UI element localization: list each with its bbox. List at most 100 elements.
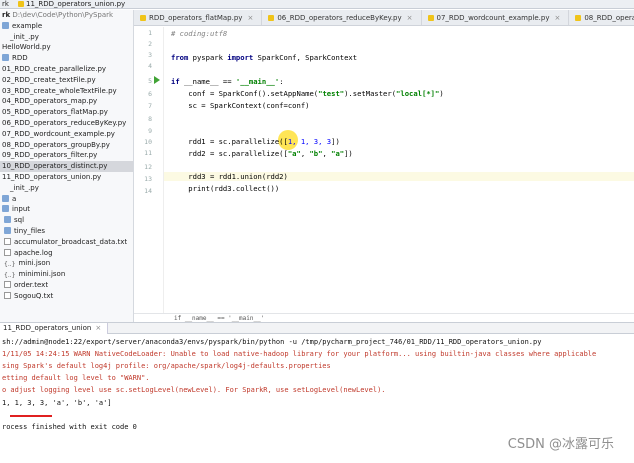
folder-icon [2, 205, 9, 213]
tree-item-label: 03_RDD_create_wholeTextFile.py [2, 86, 117, 95]
tree-item-label: HelloWorld.py [2, 43, 51, 52]
tab-groupby[interactable]: 08_RDD_operators_groupBy.py [569, 10, 634, 25]
tree-item[interactable]: order.text [0, 280, 133, 291]
code-line-1: # coding:utf8 [171, 29, 228, 38]
text-file-icon [4, 280, 11, 288]
run-tab[interactable]: 11_RDD_operators_union × [0, 323, 109, 334]
tree-item[interactable]: _init_.py [0, 183, 133, 194]
tree-item[interactable]: 09_RDD_operators_filter.py [0, 150, 133, 161]
code-line-7: sc = SparkContext(conf=conf) [171, 101, 310, 110]
tree-item-label: 10_RDD_operators_distinct.py [2, 162, 108, 171]
code-line-14: print(rdd3.collect()) [171, 184, 280, 193]
python-file-icon [427, 15, 434, 21]
tree-item[interactable]: {..} mini.json [0, 258, 133, 269]
tab-reducebykey[interactable]: 06_RDD_operators_reduceByKey.py × [262, 10, 422, 25]
close-icon[interactable]: × [247, 14, 253, 22]
line-number: 14 [144, 187, 152, 195]
tree-item[interactable]: 05_RDD_operators_flatMap.py [0, 107, 133, 118]
tree-item[interactable]: 07_RDD_wordcount_example.py [0, 129, 133, 140]
tree-item[interactable]: example [0, 21, 133, 32]
tree-item[interactable]: 10_RDD_operators_distinct.py [0, 161, 133, 172]
top-tab-strip: rk 11_RDD_operators_union.py [0, 0, 634, 9]
tree-item[interactable]: sql [0, 215, 133, 226]
tab-label: 08_RDD_operators_groupBy.py [584, 14, 634, 22]
tree-item-label: input [12, 205, 31, 214]
line-number: 9 [148, 127, 152, 135]
tab-wordcount[interactable]: 07_RDD_wordcount_example.py × [422, 10, 570, 25]
tab-flatmap[interactable]: RDD_operators_flatMap.py × [134, 10, 263, 25]
tree-item-label: sql [14, 216, 25, 225]
tree-item[interactable]: 02_RDD_create_textFile.py [0, 75, 133, 86]
tree-item[interactable]: {..} minimini.json [0, 269, 133, 280]
tree-item-label: 08_RDD_operators_groupBy.py [2, 140, 110, 149]
code-line-13: rdd3 = rdd1.union(rdd2) [164, 172, 634, 181]
tree-item[interactable]: 08_RDD_operators_groupBy.py [0, 140, 133, 151]
tree-item[interactable]: _init_.py [0, 32, 133, 43]
run-icon[interactable] [154, 76, 160, 84]
tree-item[interactable]: 11_RDD_operators_union.py [0, 172, 133, 183]
open-file-tab-label: 11_RDD_operators_union.py [26, 0, 126, 8]
tree-item-label: 11_RDD_operators_union.py [2, 172, 102, 181]
line-number: 6 [148, 90, 152, 98]
project-tree: rk D:\dev\Code\Python\PySpark example _in… [0, 10, 134, 322]
tree-item-label: example [12, 21, 43, 30]
tree-item[interactable]: accumulator_broadcast_data.txt [0, 237, 133, 248]
line-number: 13 [144, 175, 152, 183]
console-line: sing Spark's default log4j profile: org/… [2, 362, 331, 370]
tree-item-label: minimini.json [18, 270, 66, 279]
line-number: 7 [148, 102, 152, 110]
json-file-icon: {..} [4, 272, 16, 280]
tree-item[interactable]: tiny_files [0, 226, 133, 237]
close-icon[interactable]: × [554, 14, 560, 22]
tree-item-label: accumulator_broadcast_data.txt [14, 237, 128, 246]
tree-item-label: _init_.py [10, 32, 39, 41]
code-line-3: from pyspark import SparkConf, SparkCont… [171, 53, 358, 62]
console-line: o adjust logging level use sc.setLogLeve… [2, 386, 386, 394]
tree-item[interactable]: HelloWorld.py [0, 42, 133, 53]
tree-item-label: mini.json [18, 259, 51, 268]
python-file-icon [268, 15, 275, 21]
tree-root-path: D:\dev\Code\Python\PySpark [12, 11, 114, 19]
line-number: 10 [144, 138, 152, 146]
tree-item[interactable]: SogouQ.txt [0, 291, 133, 302]
tree-item[interactable]: input [0, 204, 133, 215]
text-file-icon [4, 248, 11, 256]
json-file-icon: {..} [4, 261, 16, 269]
tree-item-label: SogouQ.txt [14, 291, 54, 300]
tab-label: RDD_operators_flatMap.py [149, 14, 243, 22]
python-file-icon [575, 15, 582, 21]
red-underline-annotation [10, 415, 52, 417]
text-file-icon [4, 237, 11, 245]
tree-item[interactable]: 06_RDD_operators_reduceByKey.py [0, 118, 133, 129]
tree-item[interactable]: RDD [0, 53, 133, 64]
line-number: 11 [144, 149, 152, 157]
tree-item[interactable]: 01_RDD_create_parallelize.py [0, 64, 133, 75]
folder-icon [4, 226, 11, 234]
line-number: 4 [148, 62, 152, 70]
tree-item[interactable]: apache.log [0, 248, 133, 259]
code-line-11: rdd2 = sc.parallelize(["a", "b", "a"]) [171, 149, 353, 158]
close-icon[interactable]: × [407, 14, 413, 22]
console-line: etting default log level to "WARN". [2, 374, 150, 382]
line-number: 12 [144, 163, 152, 171]
tree-root[interactable]: rk D:\dev\Code\Python\PySpark [0, 10, 133, 21]
console-line: 1/11/05 14:24:15 WARN NativeCodeLoader: … [2, 350, 597, 358]
code-breadcrumb[interactable]: if __name__ == '__main__' [134, 313, 634, 322]
code-editor[interactable]: 1 2 3 4 5 6 7 8 9 10 11 12 13 14 # codin… [134, 27, 634, 313]
code-line-10: rdd1 = sc.parallelize([1, 1, 3, 3]) [171, 137, 340, 146]
run-tab-label: 11_RDD_operators_union [3, 324, 92, 332]
open-file-tab[interactable]: 11_RDD_operators_union.py [18, 0, 126, 8]
tree-item-label: 07_RDD_wordcount_example.py [2, 129, 115, 138]
tree-root-name: rk [2, 11, 11, 19]
tree-item[interactable]: a [0, 194, 133, 205]
tree-item-label: 09_RDD_operators_filter.py [2, 151, 98, 160]
close-icon[interactable]: × [95, 324, 101, 332]
folder-icon [2, 194, 9, 202]
folder-icon [4, 216, 11, 224]
tree-item[interactable]: 03_RDD_create_wholeTextFile.py [0, 86, 133, 97]
watermark: CSDN @冰露可乐 [507, 437, 614, 452]
tree-item[interactable]: 04_RDD_operators_map.py [0, 96, 133, 107]
console-line: sh://admin@node1:22/export/server/anacon… [2, 338, 542, 346]
tree-item-label: _init_.py [10, 183, 39, 192]
python-file-icon [18, 1, 24, 7]
